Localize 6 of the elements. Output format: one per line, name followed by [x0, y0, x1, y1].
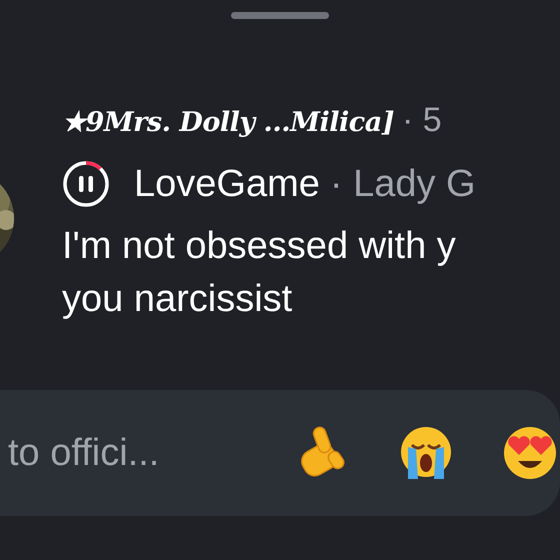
reply-input[interactable]: to offici...: [8, 432, 260, 474]
comment-time: · 5: [402, 101, 442, 140]
comment-text: I'm not obsessed with y you narcissist: [62, 224, 457, 322]
username[interactable]: ★9Mrs. Dolly ...Milica]: [62, 106, 394, 138]
song-artist[interactable]: · Lady G: [330, 162, 476, 206]
song-title[interactable]: LoveGame: [134, 162, 320, 206]
